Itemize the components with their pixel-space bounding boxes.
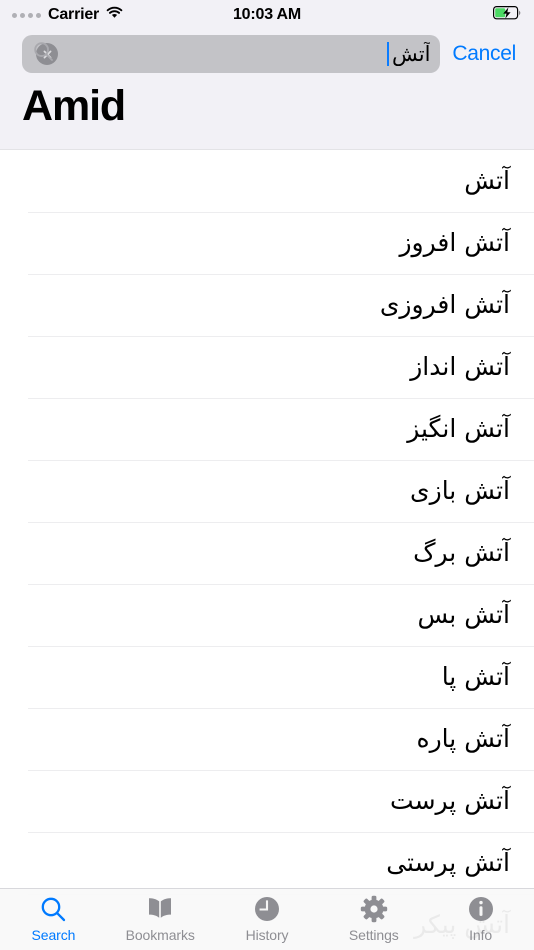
- wifi-icon: [106, 6, 123, 24]
- info-icon: [467, 894, 495, 924]
- list-item-label: آتش پاره: [416, 723, 510, 753]
- list-item[interactable]: آتش پا: [0, 646, 534, 709]
- list-item-label: آتش پرست: [390, 785, 510, 815]
- list-item-label: آتش بازی: [410, 475, 510, 505]
- text-cursor: [386, 42, 389, 66]
- list-item[interactable]: آتش انداز: [0, 336, 534, 399]
- list-item[interactable]: آتش انگیز: [0, 398, 534, 461]
- tab-search[interactable]: Search: [0, 894, 107, 943]
- search-row: آتش Cancel: [0, 30, 534, 82]
- tab-history-label: History: [245, 927, 289, 943]
- list-item[interactable]: آتش افروز: [0, 212, 534, 275]
- list-item[interactable]: آتش بس: [0, 584, 534, 647]
- search-input-value: آتش: [391, 42, 431, 66]
- list-item[interactable]: آتش افروزی: [0, 274, 534, 337]
- book-icon: [145, 894, 175, 924]
- search-header: آتش Cancel Amid: [0, 30, 534, 150]
- search-input[interactable]: آتش: [22, 35, 441, 73]
- clock-icon: [253, 894, 281, 924]
- list-item[interactable]: آتش پاره: [0, 708, 534, 771]
- signal-dots-icon: [12, 12, 41, 18]
- cancel-button[interactable]: Cancel: [452, 42, 520, 66]
- list-item[interactable]: آتش بازی: [0, 460, 534, 523]
- search-icon: [39, 894, 67, 924]
- page-title: Amid: [22, 82, 126, 130]
- tab-history[interactable]: History: [214, 894, 321, 943]
- list-item-label: آتش بس: [417, 599, 510, 629]
- battery-charging-icon: [493, 5, 522, 25]
- list-item-label: آتش افروز: [399, 227, 510, 257]
- tab-settings[interactable]: Settings: [320, 894, 427, 943]
- tab-settings-label: Settings: [348, 927, 399, 943]
- tab-search-label: Search: [31, 927, 76, 943]
- search-icon: [33, 41, 54, 67]
- list-item[interactable]: آتش پرستی: [0, 832, 534, 895]
- list-item[interactable]: آتش: [0, 150, 534, 213]
- gear-icon: [360, 894, 388, 924]
- list-item-label: آتش پا: [441, 661, 510, 691]
- status-bar: Carrier 10:03 AM: [0, 0, 534, 30]
- carrier-label: Carrier: [48, 6, 100, 23]
- status-bar-right: [493, 5, 522, 25]
- tab-bar: Search Bookmarks History Settings Info: [0, 888, 534, 950]
- tab-info[interactable]: Info: [427, 894, 534, 943]
- tab-bookmarks[interactable]: Bookmarks: [107, 894, 214, 943]
- tab-bookmarks-label: Bookmarks: [125, 927, 195, 943]
- list-item-label: آتش انگیز: [407, 413, 510, 443]
- list-item-label: آتش برگ: [413, 537, 510, 567]
- list-item-label: آتش افروزی: [379, 289, 510, 319]
- list-item[interactable]: آتش برگ: [0, 522, 534, 585]
- page-title-wrap: Amid: [0, 82, 534, 145]
- list-item[interactable]: آتش پرست: [0, 770, 534, 833]
- search-results-list[interactable]: آتش آتش افروز آتش افروزی آتش انداز آتش ا…: [0, 149, 534, 945]
- status-bar-left: Carrier: [12, 6, 123, 24]
- list-item-label: آتش پرستی: [386, 847, 510, 877]
- list-item-label: آتش انداز: [410, 351, 510, 381]
- tab-info-label: Info: [469, 927, 493, 943]
- list-item-label: آتش: [464, 165, 510, 195]
